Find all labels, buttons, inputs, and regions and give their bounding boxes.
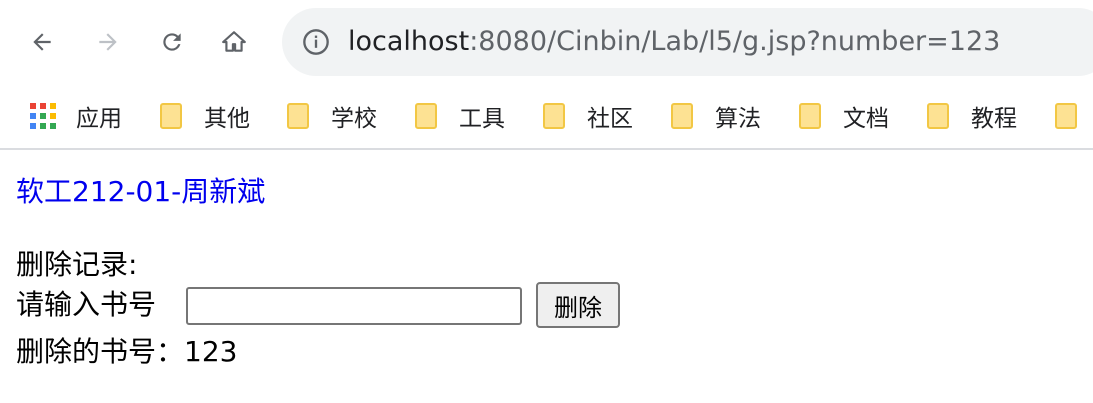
home-icon (222, 31, 246, 52)
bookmark-label: 学校 (331, 106, 377, 132)
bookmark-folder-community[interactable]: 社区 (543, 98, 633, 134)
folder-icon (415, 103, 437, 129)
bookmark-folder-other[interactable]: 其他 (160, 98, 250, 134)
bookmark-apps[interactable]: 应用 (30, 98, 122, 134)
bookmark-label: 其他 (204, 106, 250, 132)
url-host: localhost (348, 26, 470, 57)
reload-button[interactable] (152, 22, 192, 62)
back-arrow-icon (33, 33, 51, 51)
deleted-result: 删除的书号：123 (16, 335, 237, 369)
bookmark-label: 工具 (459, 106, 505, 132)
folder-icon (160, 103, 182, 129)
bookmarks-bar: 应用 其他 学校 工具 社区 算法 文档 教程 (0, 84, 1093, 150)
bookmark-folder-tools[interactable]: 工具 (415, 98, 505, 134)
bookmark-label: 社区 (587, 106, 633, 132)
section-title: 删除记录: (16, 248, 138, 281)
bookmark-folder-school[interactable]: 学校 (287, 98, 377, 134)
forward-button[interactable] (88, 22, 128, 62)
deleted-result-value: 123 (184, 335, 238, 368)
bookmark-label: 算法 (715, 106, 761, 132)
bookmark-folder-algorithm[interactable]: 算法 (671, 98, 761, 134)
bookmark-folder-tutorials[interactable]: 教程 (927, 98, 1017, 134)
book-number-input[interactable] (186, 287, 522, 325)
info-icon[interactable] (302, 28, 330, 56)
author-link[interactable]: 软工212-01-周新斌 (16, 170, 265, 210)
bookmark-label: 教程 (971, 106, 1017, 132)
delete-button[interactable]: 删除 (536, 282, 620, 328)
folder-icon (799, 103, 821, 129)
url-path: :8080/Cinbin/Lab/l5/g.jsp?number=123 (469, 26, 1001, 57)
home-button[interactable] (214, 22, 254, 62)
deleted-result-label: 删除的书号： (16, 335, 185, 368)
back-button[interactable] (22, 22, 62, 62)
book-number-label: 请输入书号 (16, 288, 157, 321)
folder-icon (1055, 103, 1077, 129)
bookmark-label: 文档 (843, 106, 889, 132)
folder-icon (671, 103, 693, 129)
address-bar[interactable]: localhost:8080/Cinbin/Lab/l5/g.jsp?numbe… (282, 8, 1093, 76)
apps-grid-icon (30, 103, 56, 129)
bookmark-label: 应用 (76, 106, 122, 132)
reload-icon (163, 33, 181, 51)
folder-icon (287, 103, 309, 129)
browser-toolbar: localhost:8080/Cinbin/Lab/l5/g.jsp?numbe… (0, 0, 1093, 84)
folder-icon (927, 103, 949, 129)
forward-arrow-icon (99, 33, 117, 51)
url-text: localhost:8080/Cinbin/Lab/l5/g.jsp?numbe… (348, 22, 1000, 62)
folder-icon (543, 103, 565, 129)
bookmark-folder-overflow[interactable] (1055, 98, 1093, 134)
bookmark-folder-docs[interactable]: 文档 (799, 98, 889, 134)
